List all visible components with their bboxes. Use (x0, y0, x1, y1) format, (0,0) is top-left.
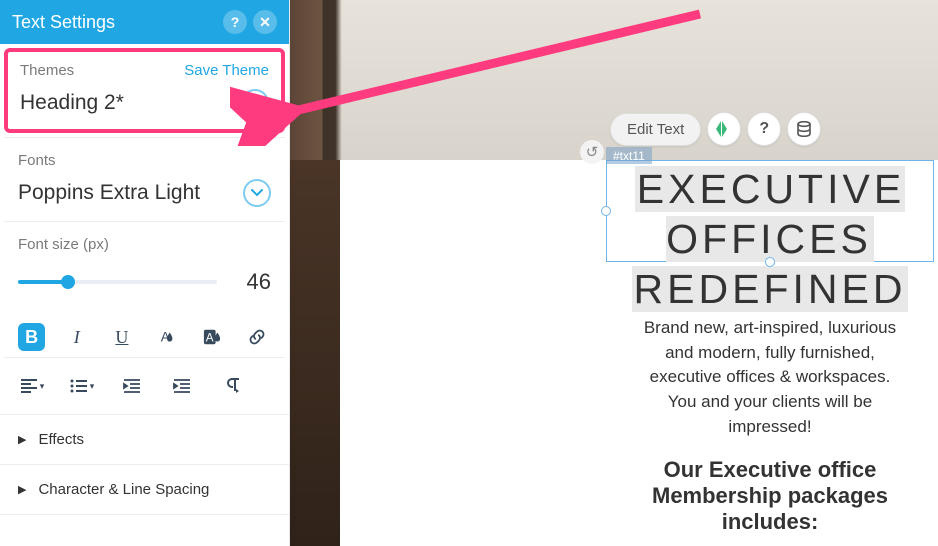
paragraph-1[interactable]: Brand new, art-inspired, luxurious and m… (606, 316, 934, 439)
edit-text-button[interactable]: Edit Text (610, 113, 701, 146)
element-id-tag: #txt11 (606, 147, 652, 164)
resize-handle-west[interactable] (601, 206, 611, 216)
panel-header: Text Settings ? ✕ (0, 0, 289, 44)
chevron-right-icon: ▶ (18, 433, 26, 446)
indent-button[interactable] (168, 372, 196, 400)
text-color-button[interactable]: A (154, 323, 181, 351)
underline-button[interactable]: U (108, 323, 135, 351)
list-button[interactable]: ▾ (68, 372, 96, 400)
animation-icon[interactable] (707, 112, 741, 146)
page-background-image (290, 160, 340, 546)
fontsize-section: Font size (px) 46 (0, 222, 289, 309)
rtl-button[interactable] (218, 372, 246, 400)
highlight-color-button[interactable]: A (199, 323, 226, 351)
panel-title: Text Settings (12, 12, 115, 33)
fontsize-label: Font size (px) (18, 236, 109, 253)
char-spacing-section[interactable]: ▶ Character & Line Spacing (0, 464, 289, 515)
link-button[interactable] (244, 323, 271, 351)
char-spacing-label: Character & Line Spacing (38, 481, 209, 498)
selected-text-element[interactable]: EXECUTIVE OFFICES REDEFINED (606, 160, 934, 262)
data-icon[interactable] (787, 112, 821, 146)
align-button[interactable]: ▾ (18, 372, 46, 400)
chevron-down-icon[interactable] (241, 89, 269, 117)
chevron-down-icon[interactable] (243, 179, 271, 207)
close-icon[interactable]: ✕ (253, 10, 277, 34)
element-context-toolbar: Edit Text ? (610, 112, 821, 146)
effects-section[interactable]: ▶ Effects (0, 414, 289, 464)
theme-value: Heading 2* (20, 91, 124, 115)
theme-selector[interactable]: Heading 2* (20, 89, 269, 117)
paragraph-toolbar: ▾ ▾ (0, 358, 289, 414)
subheading-2[interactable]: Our Executive office Membership packages… (606, 457, 934, 535)
themes-section-highlight: Themes Save Theme Heading 2* (4, 48, 285, 133)
outdent-button[interactable] (118, 372, 146, 400)
fonts-section: Fonts Poppins Extra Light (0, 138, 289, 221)
save-theme-link[interactable]: Save Theme (184, 62, 269, 79)
text-format-toolbar: B I U A A (0, 309, 289, 357)
editor-canvas[interactable]: ↺ Edit Text ? #txt11 EXECUTIVE OFFICES R… (290, 0, 938, 546)
effects-label: Effects (38, 431, 84, 448)
text-settings-panel: Text Settings ? ✕ Themes Save Theme Head… (0, 0, 290, 546)
fontsize-slider[interactable] (18, 280, 217, 284)
bold-button[interactable]: B (18, 323, 45, 351)
themes-label: Themes (20, 62, 74, 79)
fonts-label: Fonts (18, 152, 56, 169)
fontsize-value[interactable]: 46 (235, 269, 271, 295)
help-icon[interactable]: ? (747, 112, 781, 146)
svg-text:A: A (206, 332, 214, 345)
page-heading[interactable]: EXECUTIVE OFFICES REDEFINED (607, 161, 933, 317)
font-value: Poppins Extra Light (18, 181, 200, 205)
chevron-right-icon: ▶ (18, 483, 26, 496)
italic-button[interactable]: I (63, 323, 90, 351)
help-icon[interactable]: ? (223, 10, 247, 34)
font-selector[interactable]: Poppins Extra Light (18, 179, 271, 207)
resize-handle-south[interactable] (765, 257, 775, 267)
undo-icon[interactable]: ↺ (580, 140, 604, 164)
